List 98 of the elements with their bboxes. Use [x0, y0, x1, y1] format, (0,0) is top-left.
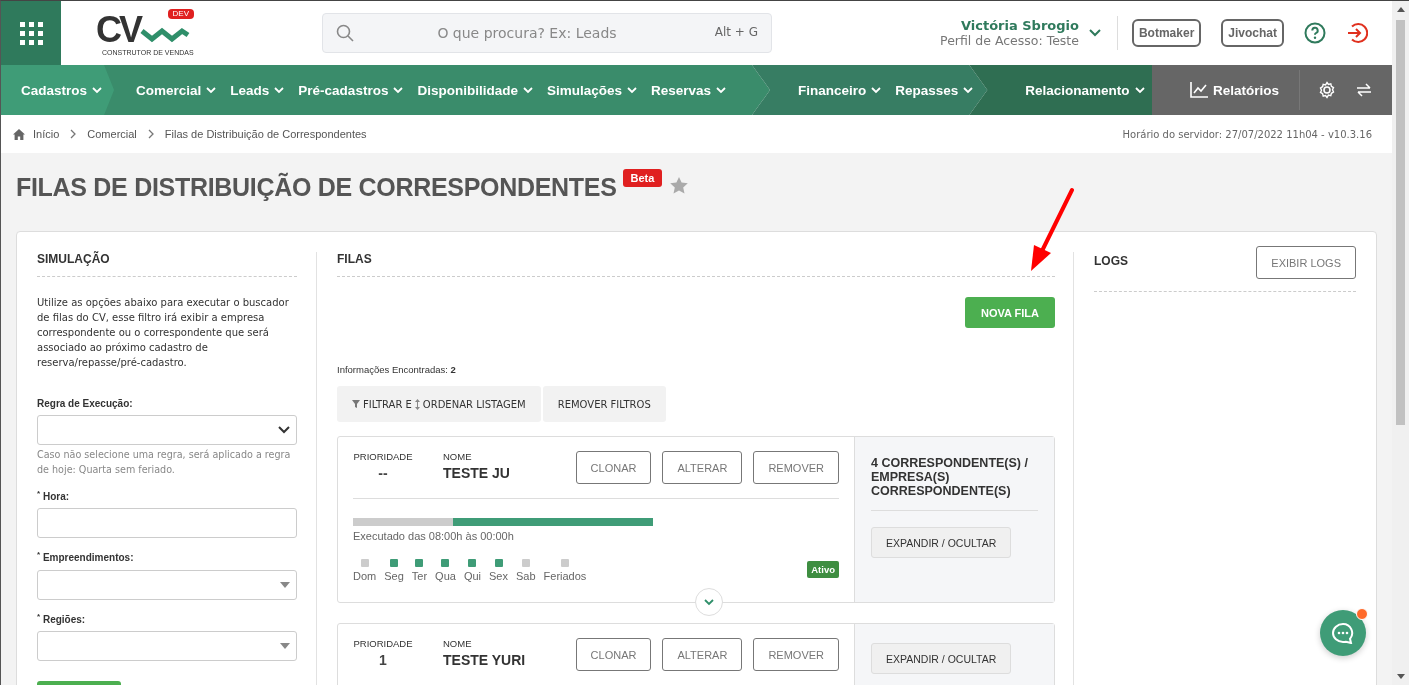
dropdown-field[interactable] — [37, 569, 297, 600]
input-field[interactable] — [37, 508, 297, 539]
logout-icon[interactable] — [1346, 22, 1368, 44]
chevron-down-icon — [1134, 87, 1145, 94]
nav-menu-item[interactable]: Disponibilidade — [417, 82, 533, 98]
chevron-down-icon — [871, 87, 882, 94]
expand-toggle-button[interactable] — [695, 588, 723, 616]
field-label: PRIORIDADE — [353, 451, 413, 462]
nav-menu-item[interactable]: Pré-cadastros — [298, 82, 404, 98]
dropdown-field[interactable] — [37, 631, 297, 661]
filter-sort-button[interactable]: FILTRAR E ORDENAR LISTAGEM — [337, 386, 541, 422]
queue-action-button[interactable]: REMOVER — [753, 451, 839, 484]
nav-menu-item[interactable]: Leads — [230, 82, 285, 98]
queue-action-button[interactable]: CLONAR — [575, 638, 652, 671]
chevron-down-icon — [274, 87, 285, 94]
section-heading: LOGS — [1094, 254, 1128, 268]
nav-menu-item[interactable]: Relacionamento — [1025, 82, 1145, 98]
priority-value: -- — [377, 465, 389, 481]
priority-value: 1 — [378, 652, 388, 668]
queue-name: TESTE JU — [443, 465, 510, 481]
help-icon[interactable] — [1304, 22, 1326, 44]
nav-menu-item[interactable]: Cadastros — [21, 82, 103, 98]
nav-menu-item[interactable]: Repasses — [895, 82, 974, 98]
apps-menu-button[interactable] — [1, 1, 61, 65]
home-icon — [13, 128, 25, 140]
section-heading: SIMULAÇÃO — [37, 252, 297, 277]
caret-down-icon — [280, 643, 290, 649]
scrollbar[interactable] — [1392, 1, 1409, 685]
schedule-text: Executado das 08:00h às 00:00h — [353, 530, 515, 542]
field-label: $^{*}$ Regiões: — [37, 611, 87, 625]
day-label: Qui — [463, 570, 481, 582]
chat-bubble-icon — [1331, 622, 1355, 644]
grid-icon — [19, 21, 43, 45]
day-label: Dom — [353, 570, 377, 582]
chevron-down-icon — [92, 87, 103, 94]
nav-menu-item[interactable]: Financeiro — [798, 82, 882, 98]
chevron-right-icon — [70, 129, 77, 139]
chevron-down-icon — [704, 598, 714, 606]
nav-menu-item[interactable]: Comercial — [136, 82, 217, 98]
new-queue-button[interactable]: NOVA FILA — [964, 297, 1055, 328]
chevron-down-icon — [206, 87, 217, 94]
chevron-down-icon — [393, 87, 404, 94]
day-label: Ter — [411, 570, 428, 582]
search-icon — [336, 24, 354, 42]
chevron-down-icon — [278, 426, 290, 434]
field-label: Regra de Execução: — [37, 398, 134, 409]
caret-down-icon — [280, 581, 290, 588]
day-label: Sex — [489, 570, 508, 582]
chevron-down-icon — [716, 87, 726, 94]
star-icon[interactable] — [670, 177, 689, 194]
settings-icon[interactable] — [1318, 81, 1336, 99]
correspondents-summary: 4 CORRESPONDENTE(S) / EMPRESA(S) CORRESPONDENTE(S) — [871, 456, 1038, 511]
user-profile: Perfil de Acesso: Teste — [940, 33, 1079, 48]
chevron-down-icon — [626, 87, 637, 94]
day-label: Seg — [384, 570, 404, 582]
beta-badge: Beta — [622, 169, 663, 187]
line-chart-icon — [1189, 82, 1208, 98]
day-label: Sab — [516, 570, 536, 582]
chevron-right-icon — [147, 129, 154, 139]
description-text: Utilize as opções abaixo para executar o buscador de filas do CV, esse filtro irá exibir a empresa correspondente ou o correspondente que será associado ao próximo cadastro de reserva/repasse/pré-cadastro. — [37, 296, 290, 370]
page-title: FILAS DE DISTRIBUIÇÃO DE CORRESPONDENTES — [16, 173, 617, 202]
queue-action-button[interactable]: ALTERAR — [662, 451, 743, 484]
chat-tool-button[interactable]: Jivochat — [1221, 19, 1284, 47]
nav-menu-item[interactable]: Simulações — [546, 82, 637, 98]
queue-action-button[interactable]: CLONAR — [575, 451, 652, 484]
chat-tool-button[interactable]: Botmaker — [1131, 19, 1202, 47]
chevron-down-icon — [522, 87, 533, 94]
chevron-down-icon[interactable] — [1088, 29, 1101, 37]
results-count: Informações Encontradas: 2 — [337, 364, 457, 375]
breadcrumb-link[interactable]: Início — [33, 128, 60, 140]
show-logs-button[interactable]: EXIBIR LOGS — [1256, 246, 1356, 279]
day-label: Feriados — [543, 570, 587, 582]
field-label: NOME — [443, 451, 473, 462]
queue-action-button[interactable]: REMOVER — [753, 638, 839, 671]
sort-icon — [414, 398, 420, 410]
field-label: PRIORIDADE — [353, 638, 413, 649]
breadcrumb-link[interactable]: Comercial — [87, 128, 137, 140]
field-label: $^{*}$ Empreendimentos: — [37, 550, 135, 564]
field-label: $^{*}$ Hora: — [37, 489, 71, 503]
chevron-down-icon — [963, 87, 974, 94]
hint-text: Caso não selecione uma regra, será aplicado a regra de hoje: Quarta sem feriado. — [37, 448, 292, 477]
day-label: Qua — [435, 570, 456, 582]
shortcut-hint: Alt + G — [714, 25, 758, 39]
breadcrumb-link[interactable]: Filas de Distribuição de Correspondentes — [164, 128, 367, 140]
user-name: Victória Sbrogio — [959, 18, 1079, 33]
remove-filters-button[interactable]: REMOVER FILTROS — [542, 386, 666, 422]
field-label: NOME — [443, 638, 473, 649]
select-field[interactable] — [37, 415, 297, 445]
filter-icon — [352, 400, 360, 408]
expand-collapse-button[interactable]: EXPANDIR / OCULTAR — [871, 527, 1012, 558]
server-time: Horário do servidor: 27/07/2022 11h04 - v10.3.16 — [1122, 128, 1372, 140]
nav-menu-item[interactable]: Reservas — [650, 82, 726, 98]
queue-action-button[interactable]: ALTERAR — [662, 638, 743, 671]
expand-collapse-button[interactable]: EXPANDIR / OCULTAR — [871, 643, 1012, 674]
reports-link[interactable]: Relatórios — [1189, 82, 1279, 98]
queue-name: TESTE YURI — [443, 652, 526, 668]
status-badge: Ativo — [807, 561, 839, 578]
swap-arrows-icon[interactable] — [1356, 83, 1372, 97]
